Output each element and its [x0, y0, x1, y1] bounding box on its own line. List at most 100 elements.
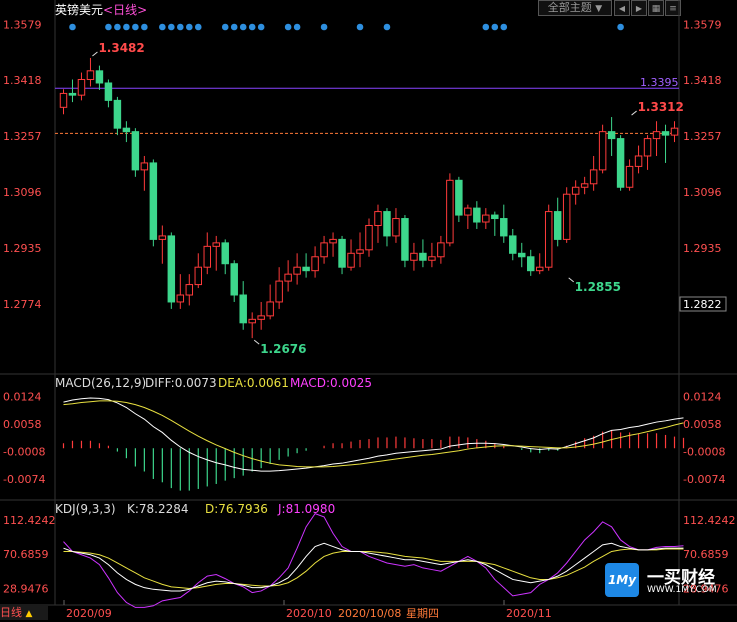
candle-body: [410, 252, 418, 261]
signal-dot: [239, 23, 247, 31]
signal-dot: [293, 23, 301, 31]
candle-body: [203, 245, 211, 268]
candle-body: [284, 273, 292, 282]
candle-body: [625, 165, 634, 188]
candle-body: [374, 211, 382, 226]
candle-body: [491, 214, 499, 220]
y-tick-label-right: 1.3257: [683, 130, 722, 143]
current-price-label: 1.2822: [683, 298, 722, 311]
signal-dot: [383, 23, 391, 31]
x-tick-label: 2020/09: [66, 607, 112, 620]
kdj-y-tick-right: 70.6859: [683, 548, 729, 561]
chart-canvas: 1.3579 1.3579 1.3418 1.3418 1.3257 1.3257 1.30…: [0, 0, 737, 620]
candle-body: [266, 301, 274, 317]
kdj-y-tick-left: 28.9476: [3, 583, 49, 596]
candle-body: [383, 211, 391, 237]
candle-body: [113, 99, 122, 129]
macd-legend-label: DEA:0.0061: [218, 376, 289, 390]
signal-dot: [500, 23, 508, 31]
candle-body: [275, 280, 283, 303]
candle-body: [473, 207, 481, 223]
kdj-y-tick-left: 112.4242: [3, 514, 56, 527]
kdj-y-tick-right: 112.4242: [683, 514, 736, 527]
candle-body: [401, 218, 409, 261]
y-tick-label-left: 1.2935: [3, 242, 42, 255]
candle-body: [544, 211, 553, 268]
macd-y-tick-left: -0.0074: [3, 473, 45, 486]
signal-dot: [185, 23, 193, 31]
candle-body: [140, 162, 149, 171]
candle-body: [257, 315, 265, 320]
candle-body: [509, 235, 517, 254]
y-tick-label-right: 1.3096: [683, 186, 722, 199]
macd-y-tick-left: -0.0008: [3, 446, 45, 459]
annotation-label: 1.3312: [638, 100, 684, 114]
kdj-j-line: [63, 513, 684, 608]
signal-dot: [159, 23, 166, 31]
candle-body: [167, 235, 176, 303]
signal-dot: [320, 23, 328, 31]
kdj-d-line: [63, 548, 684, 589]
signal-dot: [105, 23, 112, 31]
candle-body: [230, 263, 238, 296]
signal-dot: [132, 23, 139, 31]
kdj-legend-label: J:81.0980: [277, 502, 335, 516]
candle-body: [598, 131, 607, 171]
candle-body: [571, 186, 580, 195]
macd-y-tick-left: 0.0058: [3, 418, 42, 431]
y-tick-label-left: 1.2774: [3, 298, 42, 311]
candle-body: [104, 82, 113, 101]
candle-body: [553, 211, 562, 240]
candle-body: [293, 266, 301, 275]
annotation-pointer: [568, 277, 574, 283]
signal-dot: [617, 23, 624, 31]
candle-body: [365, 224, 373, 251]
x-tick-label: 2020/10: [286, 607, 332, 620]
candle-body: [535, 266, 544, 272]
annotation-label: 1.2676: [260, 342, 306, 356]
candle-body: [149, 162, 158, 240]
y-tick-label-right: 1.3418: [683, 74, 722, 87]
candle-body: [652, 131, 661, 140]
signal-dot: [221, 23, 229, 31]
kdj-title: KDJ(9,3,3): [55, 502, 116, 516]
candle-body: [464, 207, 472, 216]
candle-body: [311, 256, 319, 272]
signal-dot: [177, 23, 184, 31]
candle-body: [338, 238, 346, 268]
candle-body: [446, 179, 454, 244]
annotation-label: 1.2855: [575, 280, 621, 294]
candle-body: [356, 249, 364, 254]
kdj-k-line: [63, 542, 684, 592]
period-tab[interactable]: 日线 ▲: [0, 605, 48, 620]
candle-body: [302, 266, 310, 272]
candle-body: [194, 266, 203, 286]
candle-body: [248, 318, 256, 324]
brand-url: WWW.1MY.COM: [647, 585, 717, 595]
kdj-legend-label: K:78.2284: [127, 502, 189, 516]
up-arrow-icon: ▲: [25, 609, 33, 619]
candle-body: [95, 70, 104, 84]
y-tick-label-left: 1.3096: [3, 186, 42, 199]
signal-dot: [257, 23, 265, 31]
macd-diff-line: [63, 397, 684, 472]
kdj-legend-label: D:76.7936: [205, 502, 268, 516]
candle-body: [320, 242, 328, 258]
candle-body: [185, 284, 194, 296]
candle-body: [634, 155, 643, 167]
macd-legend-label: DIFF:0.0073: [145, 376, 217, 390]
macd-title: MACD(26,12,9): [55, 376, 146, 390]
candle-body: [562, 193, 571, 240]
logo-mark-icon: 1My: [605, 563, 639, 597]
kdj-y-tick-left: 70.6859: [3, 548, 49, 561]
candle-body: [643, 138, 652, 157]
candle-body: [437, 242, 445, 258]
cursor-weekday-label: 星期四: [406, 607, 439, 620]
candle-body: [77, 79, 86, 96]
y-tick-label-left: 1.3579: [3, 18, 42, 31]
macd-legend-label: MACD:0.0025: [290, 376, 372, 390]
level-line-label: 1.3395: [640, 76, 679, 89]
y-tick-label-left: 1.3418: [3, 74, 42, 87]
signal-dot: [141, 23, 148, 31]
signal-dot: [356, 23, 364, 31]
